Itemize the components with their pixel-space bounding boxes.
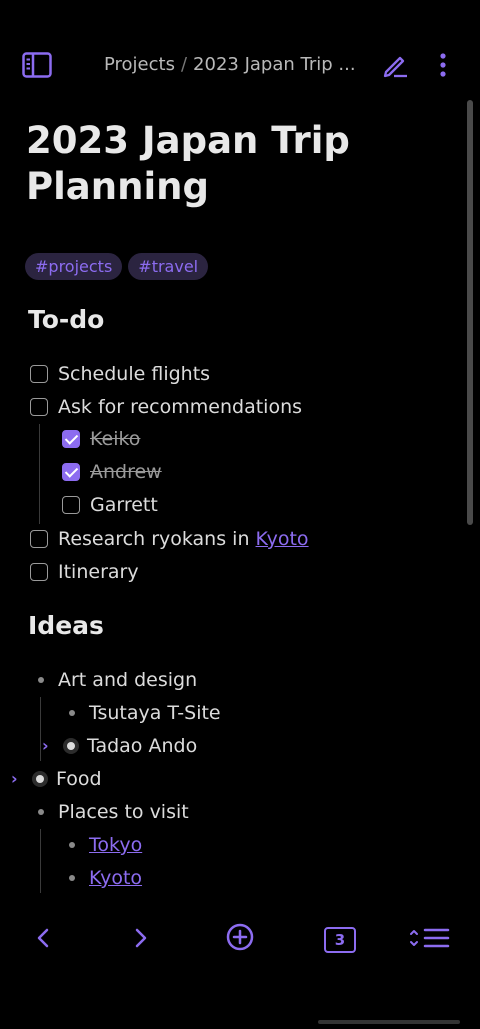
checkbox[interactable]: [62, 496, 80, 514]
tag-list: #projects #travel: [25, 253, 209, 280]
breadcrumb-separator: /: [180, 54, 188, 75]
checkbox-checked[interactable]: [62, 430, 80, 448]
page-title[interactable]: 2023 Japan Trip Planning: [26, 118, 446, 210]
link-kyoto[interactable]: Kyoto: [89, 867, 142, 889]
todo-label: Ask for recommendations: [58, 396, 303, 418]
list-item-label: Places to visit: [58, 801, 189, 823]
list-item: Places to visit: [38, 801, 189, 823]
todo-item: Research ryokans in Kyoto: [30, 528, 309, 550]
link-kyoto[interactable]: Kyoto: [256, 528, 309, 550]
todo-item: Ask for recommendations: [30, 396, 302, 418]
chevron-right-icon[interactable]: ›: [11, 769, 18, 788]
breadcrumb: Projects/2023 Japan Trip ...: [104, 54, 356, 75]
checkbox-checked[interactable]: [62, 463, 80, 481]
new-note-icon[interactable]: [226, 923, 254, 951]
back-arrow-icon[interactable]: [34, 925, 52, 951]
forward-arrow-icon[interactable]: [132, 925, 150, 951]
todo-label: Research ryokans in: [58, 528, 256, 550]
bullet[interactable]: [69, 875, 75, 881]
top-bar: Projects/2023 Japan Trip ...: [0, 40, 480, 90]
indent-guide: [39, 424, 40, 524]
todo-item: Keiko: [62, 428, 140, 450]
edit-icon[interactable]: [380, 50, 410, 80]
bullet-collapsed[interactable]: [36, 775, 44, 783]
tag-projects[interactable]: #projects: [25, 253, 123, 280]
outline-menu-icon[interactable]: [408, 927, 450, 949]
bullet-collapsed[interactable]: [67, 742, 75, 750]
bullet[interactable]: [38, 809, 44, 815]
bottom-toolbar: 3: [0, 915, 480, 965]
bullet[interactable]: [69, 842, 75, 848]
list-item: Tadao Ando: [67, 735, 197, 757]
sidebar-toggle-icon[interactable]: [22, 52, 52, 78]
checkbox[interactable]: [30, 398, 48, 416]
todo-label: Schedule flights: [58, 363, 211, 385]
todo-heading: To-do: [28, 305, 105, 334]
list-item: Tokyo: [69, 834, 142, 856]
list-item-label: Food: [56, 768, 102, 790]
indent-guide: [40, 697, 41, 761]
list-item: Kyoto: [69, 867, 142, 889]
todo-item: Garrett: [62, 494, 158, 516]
breadcrumb-parent[interactable]: Projects: [104, 54, 175, 75]
bullet[interactable]: [69, 710, 75, 716]
checkbox[interactable]: [30, 530, 48, 548]
todo-label: Itinerary: [58, 561, 139, 583]
list-item: Art and design: [38, 669, 197, 691]
more-options-icon[interactable]: [436, 50, 450, 80]
list-item-label: Tadao Ando: [87, 735, 198, 757]
list-item: Tsutaya T-Site: [69, 702, 221, 724]
tab-count-badge[interactable]: 3: [324, 927, 356, 953]
indent-guide: [40, 829, 41, 893]
todo-label: Andrew: [90, 461, 162, 483]
tag-travel[interactable]: #travel: [128, 253, 209, 280]
todo-item: Schedule flights: [30, 363, 210, 385]
link-tokyo[interactable]: Tokyo: [89, 834, 142, 856]
todo-label: Keiko: [90, 428, 141, 450]
list-item-label: Tsutaya T-Site: [89, 702, 221, 724]
checkbox[interactable]: [30, 365, 48, 383]
todo-item: Itinerary: [30, 561, 139, 583]
chevron-right-icon[interactable]: ›: [42, 736, 49, 755]
ideas-heading: Ideas: [28, 611, 104, 640]
todo-item: Andrew: [62, 461, 162, 483]
breadcrumb-current[interactable]: 2023 Japan Trip ...: [193, 54, 356, 75]
scrollbar[interactable]: [467, 100, 473, 525]
home-indicator: [318, 1020, 460, 1024]
checkbox[interactable]: [30, 563, 48, 581]
todo-label: Garrett: [90, 494, 158, 516]
list-item-label: Art and design: [58, 669, 198, 691]
bullet[interactable]: [38, 677, 44, 683]
list-item: Food: [36, 768, 102, 790]
